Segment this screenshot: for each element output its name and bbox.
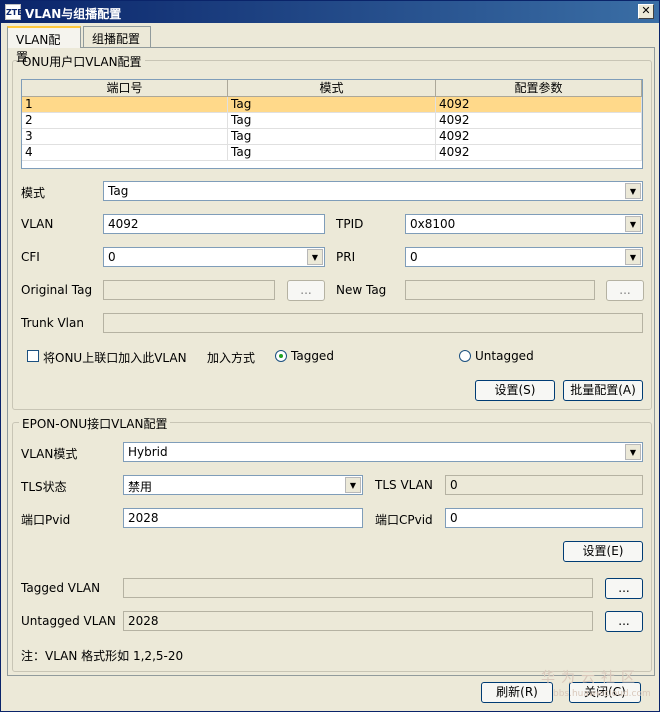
tagged-vlan-input[interactable] — [123, 578, 593, 598]
table-header-port[interactable]: 端口号 — [22, 80, 228, 97]
vlan-config-panel: ONU用户口VLAN配置 端口号 模式 配置参数 1 Tag 4092 2 Ta… — [7, 47, 655, 676]
cfi-select[interactable]: 0 ▼ — [103, 247, 325, 267]
cell-param: 4092 — [436, 145, 642, 161]
new-tag-label: New Tag — [336, 283, 387, 297]
tls-status-label: TLS状态 — [21, 480, 67, 494]
epon-set-button[interactable]: 设置(E) — [563, 541, 643, 562]
cell-mode: Tag — [228, 113, 436, 129]
cell-port: 2 — [22, 113, 228, 129]
cell-mode: Tag — [228, 97, 436, 113]
zte-logo-icon: ZTE — [5, 4, 23, 20]
tls-vlan-input[interactable]: 0 — [445, 475, 643, 495]
cell-param: 4092 — [436, 129, 642, 145]
original-tag-input[interactable] — [103, 280, 275, 300]
join-mode-label: 加入方式 — [207, 351, 256, 365]
pri-select[interactable]: 0 ▼ — [405, 247, 643, 267]
tls-status-select-value: 禁用 — [128, 480, 153, 494]
table-header-mode[interactable]: 模式 — [228, 80, 436, 97]
batch-config-button[interactable]: 批量配置(A) — [563, 380, 643, 401]
epon-vlan-group-title: EPON-ONU接口VLAN配置 — [19, 415, 171, 432]
new-tag-input[interactable] — [405, 280, 595, 300]
untagged-vlan-label: Untagged VLAN — [21, 614, 116, 628]
cell-port: 3 — [22, 129, 228, 145]
watermark-text: 华为云社区 — [541, 670, 641, 686]
tls-vlan-label: TLS VLAN — [375, 478, 433, 492]
untagged-vlan-browse-button[interactable]: ... — [605, 611, 643, 632]
trunk-vlan-label: Trunk Vlan — [21, 316, 84, 330]
table-row[interactable]: 3 Tag 4092 — [22, 129, 642, 145]
cfi-label: CFI — [21, 250, 40, 264]
uplink-join-label: 将ONU上联口加入此VLAN — [43, 351, 187, 365]
table-row[interactable]: 1 Tag 4092 — [22, 97, 642, 113]
untagged-vlan-input[interactable]: 2028 — [123, 611, 593, 631]
dialog-footer: 刷新(R) 关闭(C) 华为云社区 bbs.huaweicloud.com — [1, 670, 659, 711]
chevron-down-icon[interactable]: ▼ — [625, 216, 641, 232]
vlan-mode-label: VLAN模式 — [21, 447, 78, 461]
onu-set-button[interactable]: 设置(S) — [475, 380, 555, 401]
tls-status-select[interactable]: 禁用 ▼ — [123, 475, 363, 495]
vlan-multicast-window: ZTE VLAN与组播配置 ✕ VLAN配置 组播配置 ONU用户口VLAN配置… — [0, 0, 660, 712]
tpid-select[interactable]: 0x8100 ▼ — [405, 214, 643, 234]
vlan-mode-select-value: Hybrid — [128, 445, 168, 459]
close-icon[interactable]: ✕ — [638, 4, 654, 19]
tagged-radio-label: Tagged — [291, 349, 334, 363]
mode-label: 模式 — [21, 186, 46, 200]
tpid-select-value: 0x8100 — [410, 217, 456, 231]
trunk-vlan-input[interactable] — [103, 313, 643, 333]
mode-select-value: Tag — [108, 184, 129, 198]
vlan-input[interactable]: 4092 — [103, 214, 325, 234]
chevron-down-icon[interactable]: ▼ — [625, 183, 641, 199]
uplink-join-checkbox[interactable] — [27, 350, 39, 362]
epon-vlan-group: EPON-ONU接口VLAN配置 VLAN模式 Hybrid ▼ TLS状态 禁… — [12, 415, 652, 672]
cpvid-label: 端口CPvid — [375, 513, 433, 527]
pvid-label: 端口Pvid — [21, 513, 71, 527]
chevron-down-icon[interactable]: ▼ — [345, 477, 361, 493]
watermark-url: bbs.huaweicloud.com — [553, 689, 651, 699]
tagged-radio[interactable] — [275, 350, 287, 362]
onu-vlan-group-title: ONU用户口VLAN配置 — [19, 53, 145, 70]
vlan-label: VLAN — [21, 217, 54, 231]
pri-select-value: 0 — [410, 250, 418, 264]
untagged-radio-label: Untagged — [475, 349, 534, 363]
tab-vlan-config[interactable]: VLAN配置 — [7, 26, 81, 64]
onu-port-table: 端口号 模式 配置参数 1 Tag 4092 2 Tag 4092 3 Tag … — [21, 79, 643, 169]
tpid-label: TPID — [336, 217, 364, 231]
original-tag-label: Original Tag — [21, 283, 93, 297]
tagged-vlan-label: Tagged VLAN — [21, 581, 101, 595]
cfi-select-value: 0 — [108, 250, 116, 264]
cell-port: 4 — [22, 145, 228, 161]
onu-vlan-group: ONU用户口VLAN配置 端口号 模式 配置参数 1 Tag 4092 2 Ta… — [12, 53, 652, 410]
mode-select[interactable]: Tag ▼ — [103, 181, 643, 201]
chevron-down-icon[interactable]: ▼ — [625, 444, 641, 460]
window-title: VLAN与组播配置 — [25, 7, 122, 21]
table-row[interactable]: 2 Tag 4092 — [22, 113, 642, 129]
table-row[interactable]: 4 Tag 4092 — [22, 145, 642, 161]
vlan-format-note: 注：VLAN 格式形如 1,2,5-20 — [21, 649, 184, 663]
original-tag-browse-button[interactable]: ... — [287, 280, 325, 301]
pri-label: PRI — [336, 250, 356, 264]
new-tag-browse-button[interactable]: ... — [606, 280, 644, 301]
chevron-down-icon[interactable]: ▼ — [625, 249, 641, 265]
cell-param: 4092 — [436, 97, 642, 113]
vlan-mode-select[interactable]: Hybrid ▼ — [123, 442, 643, 462]
pvid-input[interactable]: 2028 — [123, 508, 363, 528]
tab-multicast-config[interactable]: 组播配置 — [83, 26, 151, 47]
chevron-down-icon[interactable]: ▼ — [307, 249, 323, 265]
cell-port: 1 — [22, 97, 228, 113]
tagged-vlan-browse-button[interactable]: ... — [605, 578, 643, 599]
cell-mode: Tag — [228, 129, 436, 145]
table-header-param[interactable]: 配置参数 — [436, 80, 642, 97]
title-bar[interactable]: ZTE VLAN与组播配置 ✕ — [1, 1, 659, 23]
cell-param: 4092 — [436, 113, 642, 129]
cell-mode: Tag — [228, 145, 436, 161]
cpvid-input[interactable]: 0 — [445, 508, 643, 528]
untagged-radio[interactable] — [459, 350, 471, 362]
